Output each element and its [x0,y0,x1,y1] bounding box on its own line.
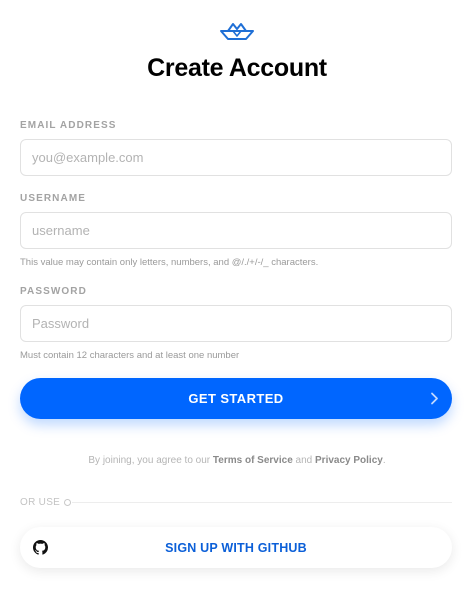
username-field[interactable] [20,212,452,249]
github-signup-label: SIGN UP WITH GITHUB [165,541,307,555]
username-label: USERNAME [20,193,87,204]
chevron-right-icon [431,392,438,405]
legal-notice: By joining, you agree to our Terms of Se… [0,455,474,466]
paper-boat-icon [220,23,254,40]
password-label: PASSWORD [20,286,87,297]
get-started-button[interactable]: GET STARTED [20,378,452,419]
divider-text: OR USE [20,497,61,508]
divider-dot [64,499,71,506]
email-field[interactable] [20,139,452,176]
email-label: EMAIL ADDRESS [20,120,117,131]
legal-conjunction: and [295,455,313,466]
divider-line [72,502,452,503]
username-hint: This value may contain only letters, num… [20,257,319,268]
terms-of-service-link[interactable]: Terms of Service [213,455,293,466]
page-title: Create Account [147,54,327,82]
legal-suffix: . [382,455,386,466]
get-started-label: GET STARTED [188,391,284,406]
legal-prefix: By joining, you agree to our [88,455,211,466]
github-signup-button[interactable]: SIGN UP WITH GITHUB [20,527,452,568]
password-hint: Must contain 12 characters and at least … [20,350,240,361]
privacy-policy-link[interactable]: Privacy Policy [315,455,383,466]
signup-page: Create Account EMAIL ADDRESS USERNAME Th… [0,0,474,590]
password-field[interactable] [20,305,452,342]
